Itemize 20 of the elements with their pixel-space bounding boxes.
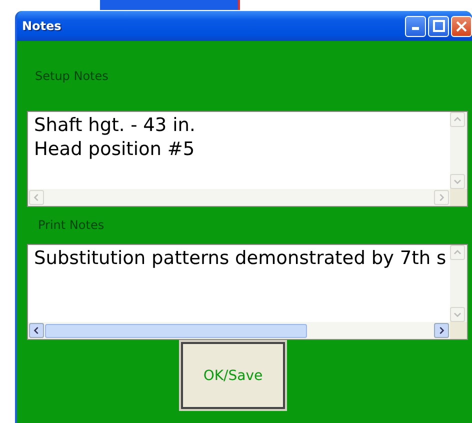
scrollbar-thumb[interactable] [45, 324, 307, 338]
notes-field[interactable]: Substitution patterns demonstrated by 7th s [27, 244, 468, 340]
vertical-scrollbar[interactable] [450, 112, 467, 189]
scroll-up-icon[interactable] [450, 245, 465, 260]
horizontal-scrollbar[interactable] [28, 322, 450, 339]
notes-field[interactable]: Shaft hgt. - 43 in. Head position #5 [27, 111, 468, 207]
minimize-button[interactable] [405, 16, 426, 36]
field-label: Setup Notes [35, 69, 108, 83]
scroll-up-icon[interactable] [450, 112, 465, 127]
vertical-scrollbar[interactable] [450, 245, 467, 322]
scrollbar-corner [450, 189, 467, 206]
scroll-right-icon[interactable] [434, 323, 449, 338]
window-title: Notes [22, 19, 62, 33]
scroll-left-icon[interactable] [29, 323, 44, 338]
scrollbar-corner [450, 322, 467, 339]
maximize-icon [432, 20, 444, 32]
close-button[interactable] [451, 16, 472, 36]
maximize-button[interactable] [428, 16, 449, 36]
field-label: Print Notes [38, 218, 104, 232]
close-icon [456, 20, 467, 32]
